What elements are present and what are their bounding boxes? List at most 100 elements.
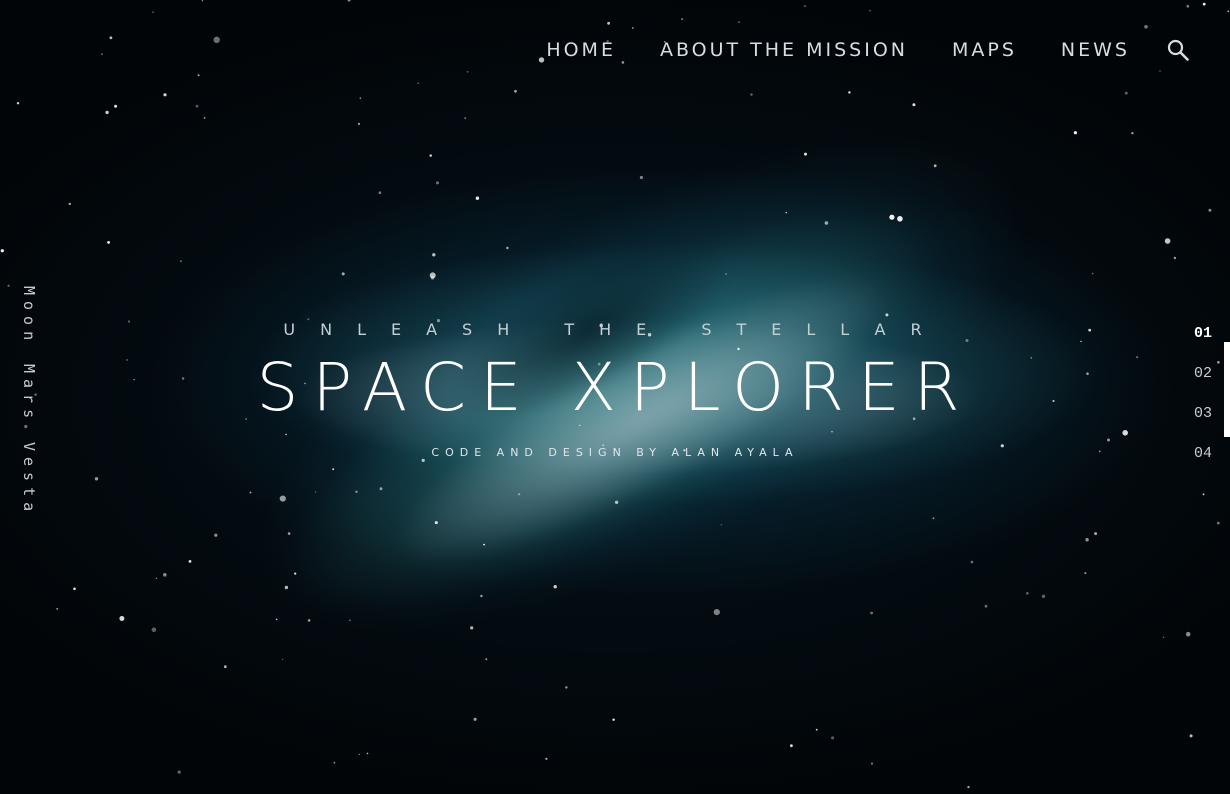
star xyxy=(1208,208,1212,212)
star xyxy=(315,491,317,493)
pager-item-03[interactable]: 03 xyxy=(1194,402,1212,442)
star xyxy=(432,253,436,257)
star xyxy=(349,619,351,621)
star xyxy=(1227,10,1230,13)
star xyxy=(464,117,467,119)
star xyxy=(417,82,419,84)
star xyxy=(109,36,113,40)
star xyxy=(1162,636,1165,638)
star xyxy=(155,577,158,580)
star xyxy=(359,97,362,99)
star xyxy=(639,175,644,180)
star xyxy=(1107,438,1110,442)
star xyxy=(429,154,432,157)
star xyxy=(553,585,557,589)
star xyxy=(201,0,204,2)
star xyxy=(105,110,109,115)
star xyxy=(632,27,634,29)
star xyxy=(518,493,521,496)
star xyxy=(1085,538,1089,542)
star xyxy=(1185,631,1191,637)
star xyxy=(56,608,59,610)
nav-news[interactable]: NEWS xyxy=(1061,39,1130,61)
nav-maps[interactable]: MAPS xyxy=(952,39,1017,61)
pager-item-01[interactable]: 01 xyxy=(1194,322,1212,362)
search-icon[interactable] xyxy=(1166,38,1190,62)
star xyxy=(470,626,474,630)
star xyxy=(870,611,873,615)
star xyxy=(889,214,895,220)
star xyxy=(1173,256,1177,260)
star xyxy=(1091,272,1094,275)
star xyxy=(282,658,284,661)
star xyxy=(333,761,336,764)
star xyxy=(152,11,154,13)
nav-about-the-mission[interactable]: ABOUT THE MISSION xyxy=(660,39,908,61)
star xyxy=(848,91,851,94)
star xyxy=(1084,572,1087,575)
star xyxy=(804,152,807,156)
star xyxy=(177,770,181,774)
star xyxy=(1073,131,1077,135)
star xyxy=(347,0,351,2)
star xyxy=(932,517,935,520)
star xyxy=(473,717,477,721)
star xyxy=(214,533,218,537)
star xyxy=(294,572,297,575)
star xyxy=(1131,132,1134,135)
star xyxy=(933,164,937,168)
star xyxy=(16,102,20,105)
pager-item-02[interactable]: 02 xyxy=(1194,362,1212,402)
star xyxy=(1122,430,1128,436)
star xyxy=(1124,91,1128,95)
hero-title: SPACE XPLORER xyxy=(256,349,974,426)
star xyxy=(970,560,974,564)
star xyxy=(436,181,439,185)
star xyxy=(790,744,793,748)
pager-scroll-indicator xyxy=(1224,342,1230,437)
star xyxy=(831,736,835,740)
star xyxy=(831,430,833,433)
star xyxy=(358,122,360,125)
star xyxy=(1216,521,1220,525)
star xyxy=(612,718,615,721)
star xyxy=(223,665,227,669)
star xyxy=(885,313,889,317)
slide-pager: 01 02 03 04 xyxy=(1194,322,1212,482)
nav-home[interactable]: HOME xyxy=(546,39,616,61)
main-nav: HOME ABOUT THE MISSION MAPS NEWS xyxy=(546,38,1190,62)
star xyxy=(1026,592,1029,595)
star xyxy=(434,521,438,525)
star xyxy=(750,93,753,96)
pager-item-04[interactable]: 04 xyxy=(1194,442,1212,482)
star xyxy=(358,753,360,756)
star xyxy=(195,104,199,108)
star xyxy=(485,658,488,661)
star xyxy=(249,491,252,494)
star xyxy=(614,500,619,504)
star xyxy=(738,21,740,23)
star xyxy=(100,53,103,56)
star xyxy=(565,686,568,689)
star xyxy=(871,762,873,765)
star xyxy=(275,618,278,621)
star xyxy=(681,18,684,21)
star xyxy=(538,57,545,63)
star xyxy=(785,212,787,214)
hero-credit: CODE AND DESIGN BY ALAN AYALA xyxy=(431,446,799,459)
star xyxy=(213,36,220,43)
hero-page: HOME ABOUT THE MISSION MAPS NEWS Moon Ma… xyxy=(0,0,1230,794)
star xyxy=(1202,493,1205,496)
star xyxy=(287,532,291,535)
star xyxy=(824,221,829,225)
star xyxy=(332,468,335,471)
star xyxy=(545,757,548,760)
star xyxy=(68,202,72,206)
star xyxy=(514,89,517,93)
star xyxy=(94,477,99,481)
star xyxy=(1164,238,1171,244)
star xyxy=(466,70,469,73)
star xyxy=(984,604,988,608)
star xyxy=(1186,4,1190,8)
star xyxy=(1094,532,1098,536)
